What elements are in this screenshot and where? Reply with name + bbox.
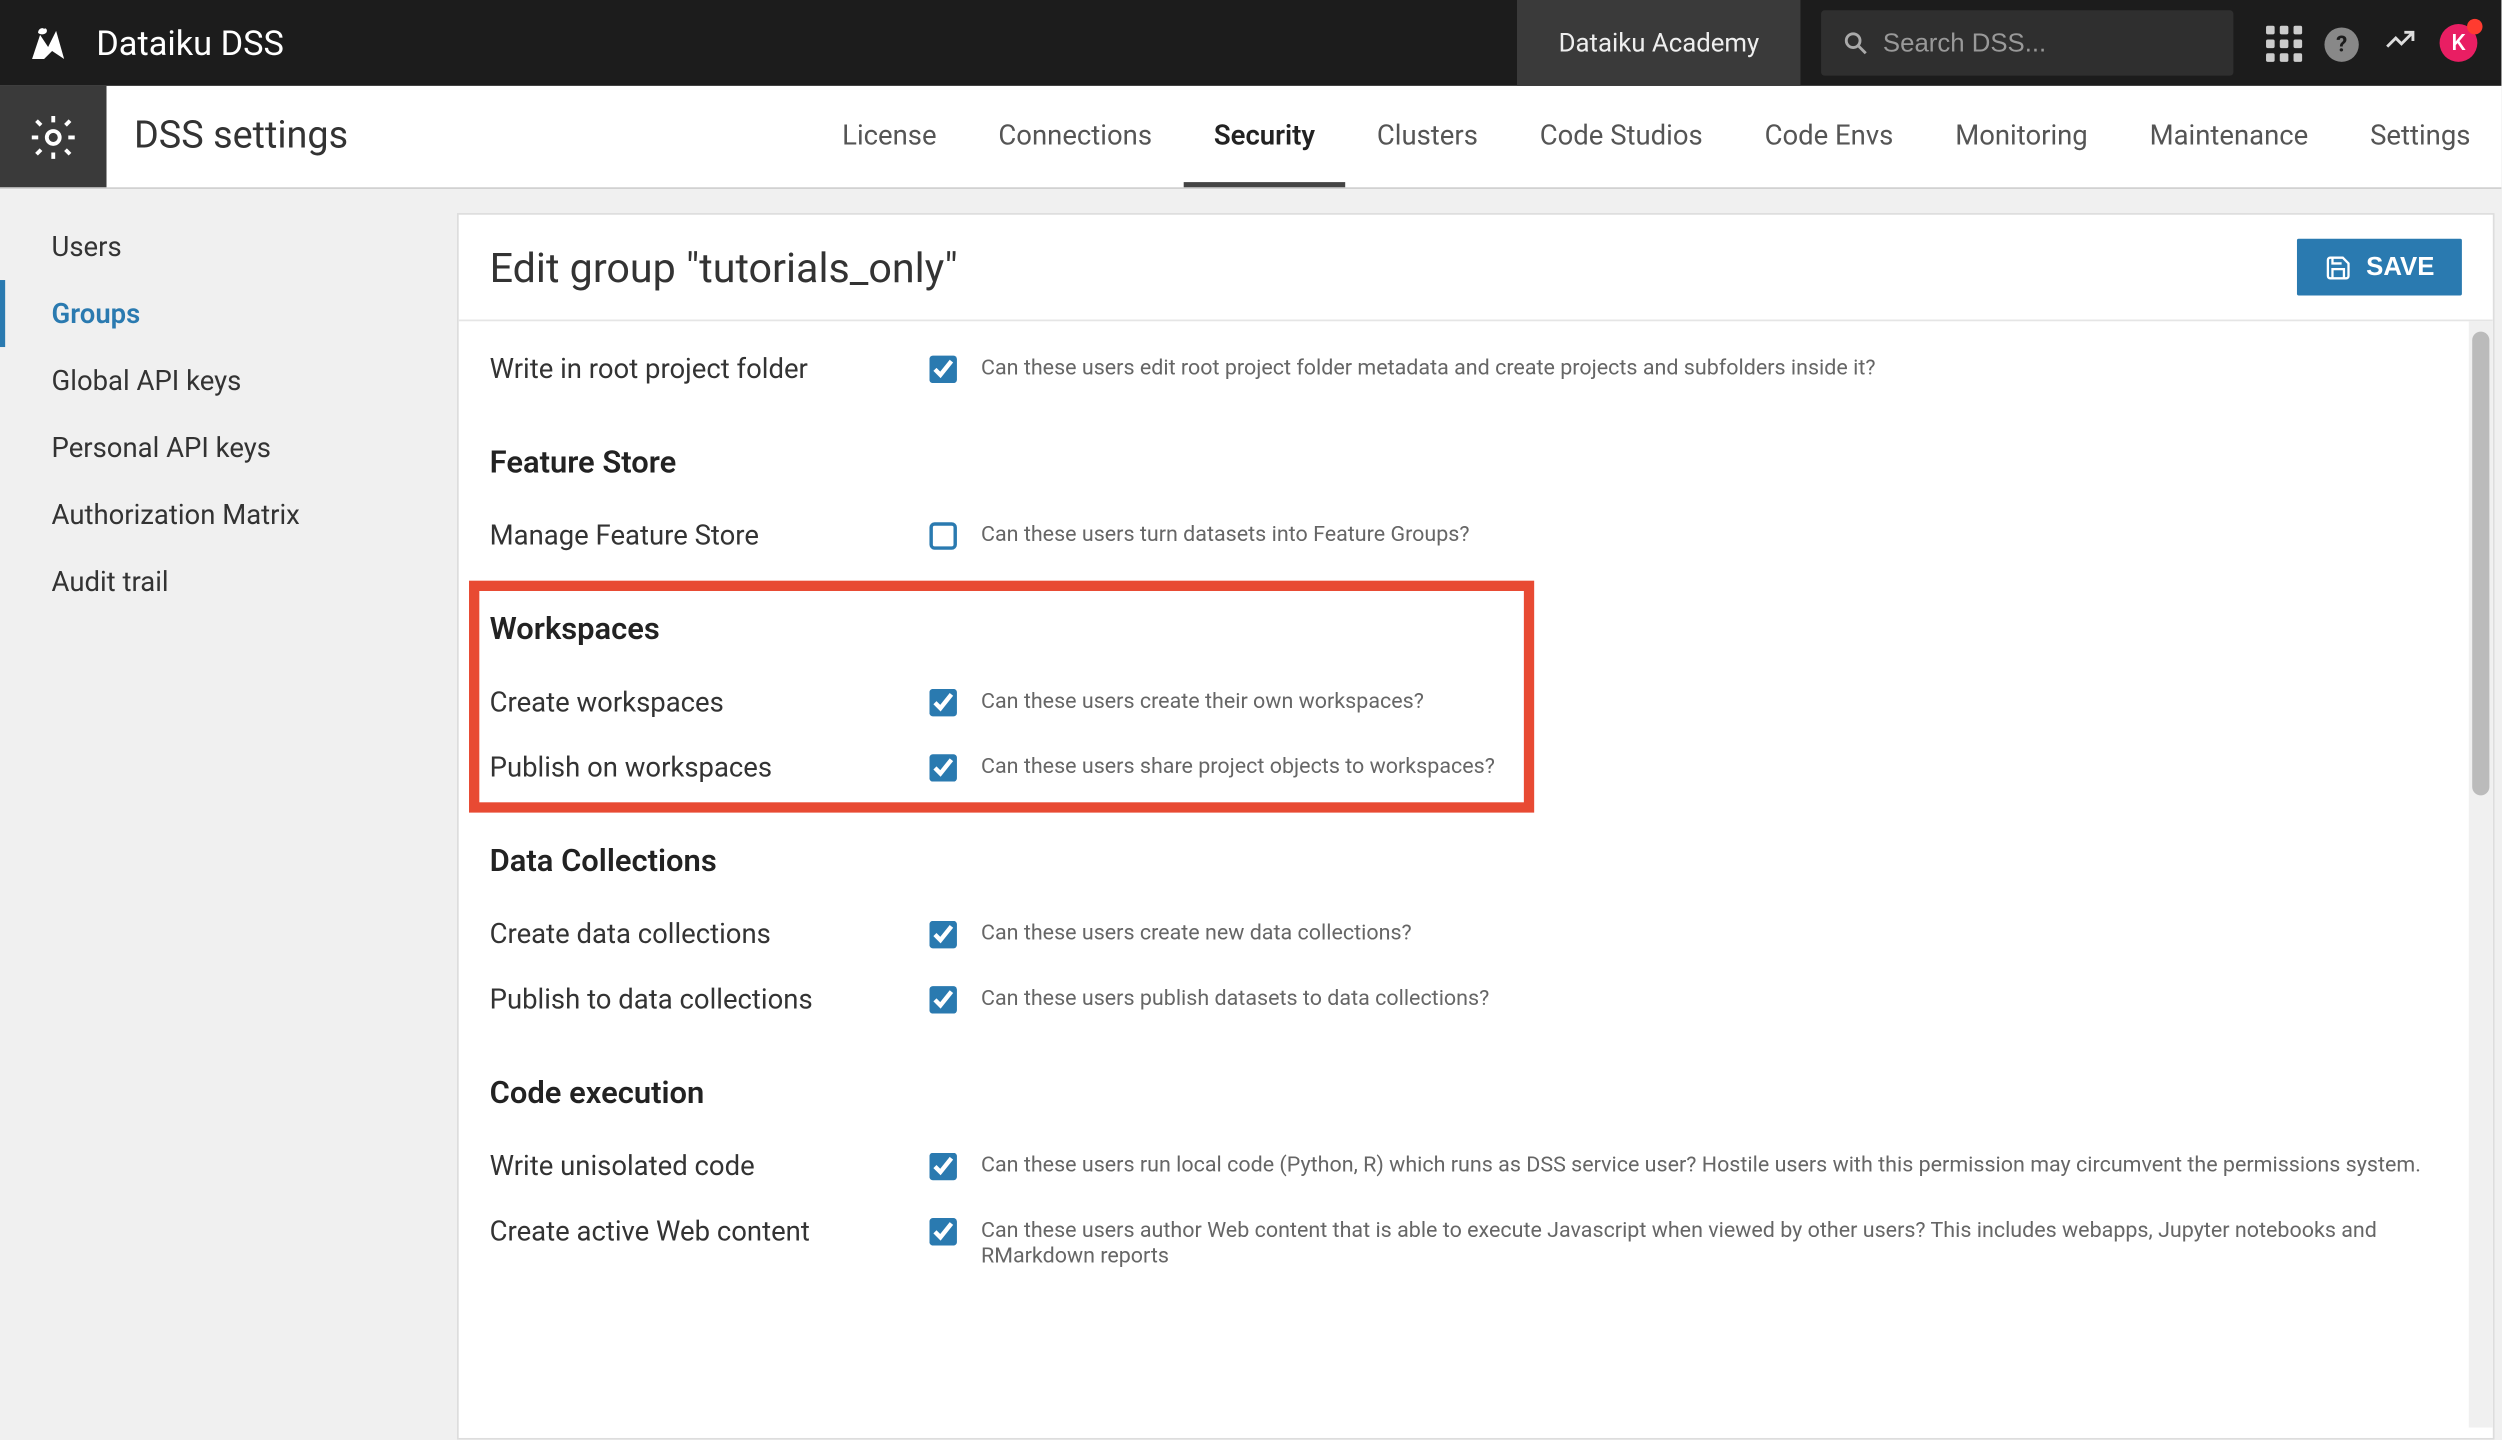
permission-checkbox[interactable] [929, 689, 956, 716]
activity-icon[interactable] [2371, 21, 2429, 64]
sidebar-item-personal-api-keys[interactable]: Personal API keys [0, 414, 457, 481]
tab-license[interactable]: License [811, 86, 967, 187]
save-button[interactable]: SAVE [2297, 239, 2461, 296]
permission-row: Write in root project folder Can these us… [490, 338, 2462, 403]
sidebar-item-groups[interactable]: Groups [0, 280, 457, 347]
permission-row: Write unisolated code Can these users run… [490, 1136, 2462, 1201]
tab-connections[interactable]: Connections [967, 86, 1182, 187]
permission-label: Create workspaces [490, 685, 930, 718]
permission-label: Create data collections [490, 917, 930, 950]
permission-checkbox[interactable] [929, 356, 956, 383]
tab-settings[interactable]: Settings [2339, 86, 2501, 187]
search-container [1821, 10, 2233, 75]
permission-row: Publish to data collections Can these use… [490, 969, 2462, 1034]
permission-description: Can these users author Web content that … [981, 1215, 2462, 1270]
section-title: Code execution [490, 1034, 2462, 1135]
permission-description: Can these users create new data collecti… [981, 917, 2462, 946]
panel-title: Edit group "tutorials_only" [490, 243, 958, 291]
permission-label: Manage Feature Store [490, 519, 930, 552]
permission-label: Publish on workspaces [490, 751, 930, 784]
product-title[interactable]: Dataiku DSS [96, 22, 284, 63]
tab-code-envs[interactable]: Code Envs [1734, 86, 1925, 187]
notification-dot [2467, 19, 2482, 34]
permission-row: Publish on workspaces Can these users sha… [490, 737, 2462, 802]
tab-maintenance[interactable]: Maintenance [2119, 86, 2340, 187]
apps-icon[interactable] [2254, 24, 2312, 61]
sidebar-item-users[interactable]: Users [0, 213, 457, 280]
panel: Edit group "tutorials_only" SAVE Write i… [457, 213, 2495, 1440]
topbar: Dataiku DSS Dataiku Academy ? K [0, 0, 2501, 86]
permission-checkbox[interactable] [929, 1153, 956, 1180]
sidebar-item-authorization-matrix[interactable]: Authorization Matrix [0, 481, 457, 548]
permission-label: Write unisolated code [490, 1149, 930, 1182]
permission-label: Publish to data collections [490, 983, 930, 1016]
permission-description: Can these users run local code (Python, … [981, 1149, 2462, 1178]
section-code-execution: Code execution Write unisolated code Can t… [490, 1034, 2462, 1283]
permission-description: Can these users publish datasets to data… [981, 983, 2462, 1012]
section-feature-store: Feature Store Manage Feature Store Can the… [490, 404, 2462, 571]
subheader: DSS settings LicenseConnectionsSecurityC… [0, 86, 2501, 189]
section-title: Feature Store [490, 404, 2462, 505]
scrollbar[interactable] [2469, 321, 2493, 1427]
user-avatar[interactable]: K [2440, 24, 2478, 62]
permission-description: Can these users share project objects to… [981, 751, 2462, 780]
permission-label: Create active Web content [490, 1215, 930, 1248]
sidebar-item-global-api-keys[interactable]: Global API keys [0, 347, 457, 414]
permission-row: Create active Web content Can these users… [490, 1201, 2462, 1283]
sidebar: UsersGroupsGlobal API keysPersonal API k… [0, 189, 457, 1440]
permission-label: Write in root project folder [490, 352, 930, 385]
help-icon[interactable]: ? [2312, 24, 2370, 63]
permission-description: Can these users edit root project folder… [981, 352, 2462, 381]
permission-row: Create data collections Can these users c… [490, 904, 2462, 969]
sidebar-item-audit-trail[interactable]: Audit trail [0, 548, 457, 615]
tabs: LicenseConnectionsSecurityClustersCode S… [811, 86, 2501, 187]
dataiku-logo-icon[interactable] [24, 19, 72, 67]
permission-checkbox[interactable] [929, 986, 956, 1013]
permission-description: Can these users turn datasets into Featu… [981, 519, 2462, 548]
academy-button[interactable]: Dataiku Academy [1517, 0, 1800, 86]
search-input[interactable] [1883, 28, 2213, 57]
permission-checkbox[interactable] [929, 522, 956, 549]
page-title: DSS settings [107, 86, 349, 187]
search-icon [1842, 27, 1869, 58]
permission-checkbox[interactable] [929, 754, 956, 781]
gear-icon[interactable] [0, 86, 107, 187]
section-data-collections: Data CollectionsCreate data collectionsC… [490, 802, 2462, 1034]
tab-code-studios[interactable]: Code Studios [1509, 86, 1734, 187]
save-icon [2325, 253, 2352, 280]
permission-row: Manage Feature Store Can these users turn… [490, 505, 2462, 570]
permission-description: Can these users create their own workspa… [981, 685, 2462, 714]
section-workspaces: Workspaces Create workspaces Can these use… [490, 570, 2462, 802]
section-title: Data Collections [490, 802, 2462, 903]
tab-monitoring[interactable]: Monitoring [1924, 86, 2118, 187]
permission-row: Create workspaces Can these users create … [490, 672, 2462, 737]
section-title: Workspaces [490, 570, 2462, 671]
tab-clusters[interactable]: Clusters [1346, 86, 1509, 187]
permission-checkbox[interactable] [929, 1218, 956, 1245]
tab-security[interactable]: Security [1183, 86, 1346, 187]
permission-checkbox[interactable] [929, 921, 956, 948]
